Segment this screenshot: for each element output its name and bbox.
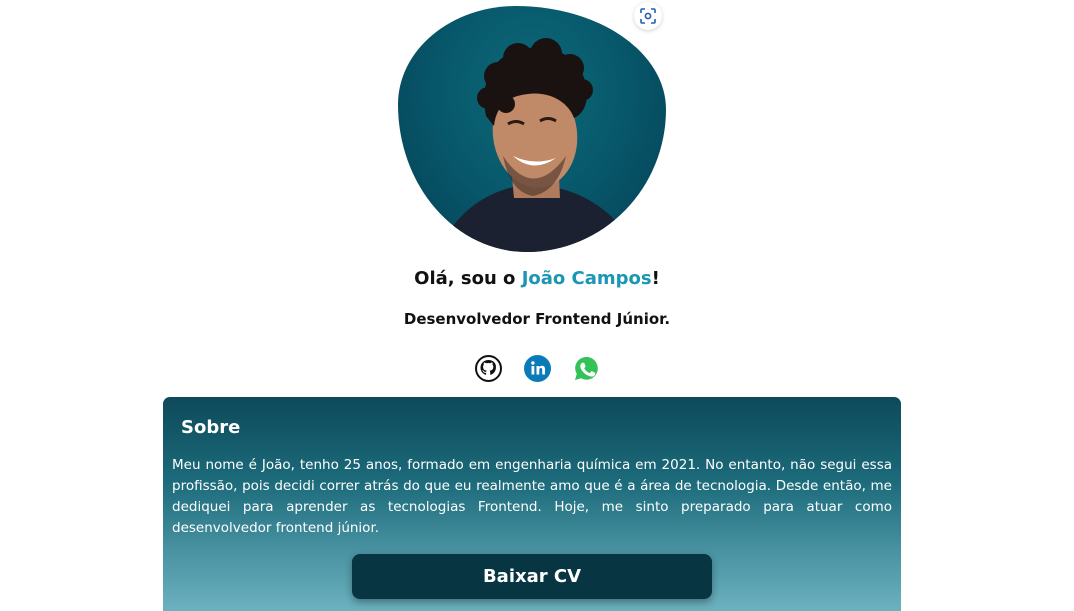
download-cv-button[interactable]: Baixar CV	[352, 554, 712, 599]
owner-name: João Campos	[521, 268, 652, 289]
about-title: Sobre	[181, 417, 241, 438]
image-scan-button[interactable]	[634, 2, 662, 30]
linkedin-icon	[523, 355, 551, 382]
social-links	[0, 355, 1074, 382]
github-icon	[474, 355, 502, 382]
profile-photo-blob	[398, 6, 666, 252]
greeting-heading: Olá, sou o João Campos!	[0, 268, 1074, 289]
whatsapp-icon	[574, 357, 598, 380]
github-link[interactable]	[474, 355, 502, 382]
linkedin-link[interactable]	[523, 355, 551, 382]
about-text: Meu nome é João, tenho 25 anos, formado …	[172, 457, 892, 536]
profile-photo	[398, 6, 666, 252]
role-subtitle: Desenvolvedor Frontend Júnior.	[403, 310, 671, 328]
whatsapp-link[interactable]	[573, 355, 600, 382]
person-illustration	[438, 38, 638, 252]
scan-icon	[640, 8, 656, 24]
about-section: Sobre Meu nome é João, tenho 25 anos, fo…	[163, 397, 901, 611]
greeting-prefix: Olá, sou o	[414, 268, 522, 289]
greeting-suffix: !	[651, 268, 660, 289]
